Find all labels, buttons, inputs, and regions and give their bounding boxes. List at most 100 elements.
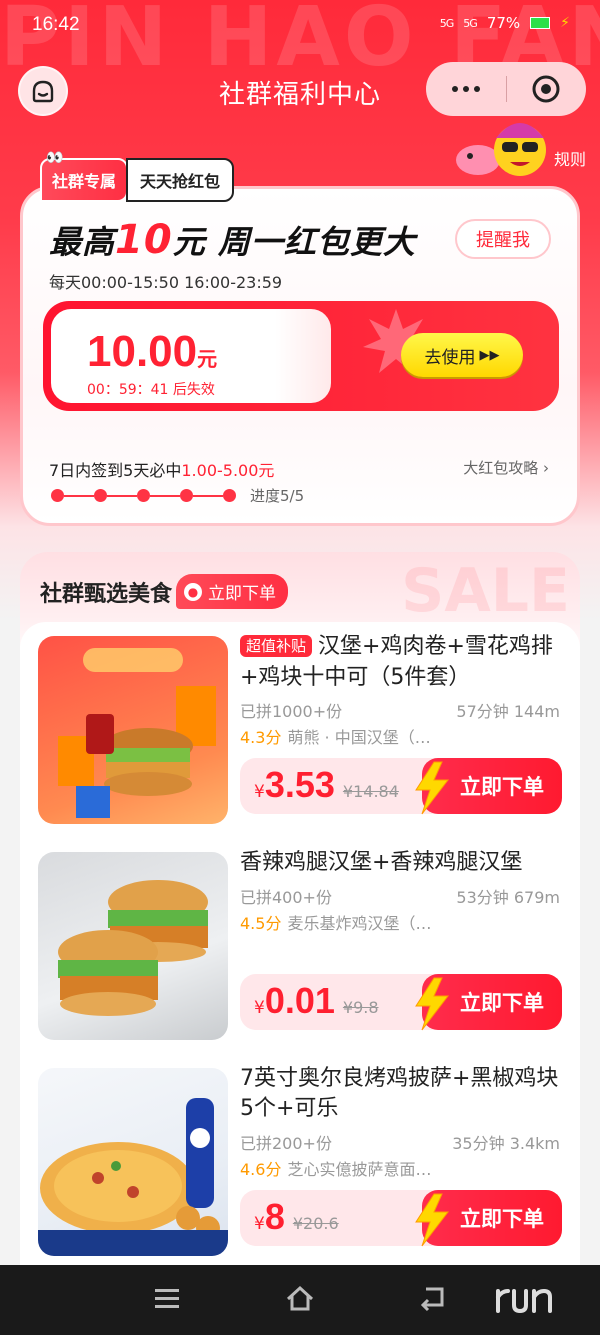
food-section: SALE 社群甄选美食 ● 立即下单 超值补贴 汉堡+鸡肉卷+雪花鸡排+鸡块十中…	[20, 552, 580, 1335]
price: ¥8 ¥20.6	[254, 1196, 339, 1238]
food-item[interactable]: 7英寸奥尔良烤鸡披萨+黑椒鸡块5个+可乐 已拼200+份 35分钟 3.4km …	[38, 1060, 564, 1256]
food-section-title: 社群甄选美食	[40, 581, 173, 607]
signin-progress: 进度5/5	[51, 485, 304, 506]
menu-lines-icon	[155, 1289, 179, 1308]
progress-line	[64, 494, 94, 497]
rules-link[interactable]: 规则	[554, 146, 586, 170]
delivery-eta: 35分钟 3.4km	[452, 1134, 560, 1153]
food-list: 超值补贴 汉堡+鸡肉卷+雪花鸡排+鸡块十中可（5件套） 已拼1000+份 57分钟…	[20, 622, 580, 1262]
status-time: 16:42	[32, 14, 80, 35]
pizza-set-illustration	[38, 1098, 228, 1256]
food-image-pizza-set[interactable]	[38, 1068, 228, 1256]
time-range: 每天00:00-15:50 16:00-23:59	[49, 273, 283, 292]
food-image-burger-set[interactable]	[38, 636, 228, 824]
price-bar: ¥0.01 ¥9.8 立即下单	[240, 974, 562, 1031]
food-name: 超值补贴 汉堡+鸡肉卷+雪花鸡排+鸡块十中可（5件套）	[240, 632, 570, 693]
coupon-value-panel: 10.00元 00：59：41 后失效	[51, 309, 331, 403]
double-chevron-icon: ▶▶	[479, 347, 500, 363]
battery-icon	[530, 17, 551, 29]
sold-count: 已拼200+份	[240, 1134, 332, 1153]
currency-symbol: ¥	[254, 998, 265, 1018]
status-bar: 16:42 5G 5G 77% ⚡	[0, 0, 600, 52]
signal-icon: 5G	[463, 16, 477, 30]
food-item[interactable]: 香辣鸡腿汉堡+香辣鸡腿汉堡 已拼400+份 53分钟 679m 4.5分 麦乐基炸…	[38, 844, 564, 1040]
progress-line	[150, 494, 180, 497]
signal-icon: 5G	[439, 16, 454, 30]
pill-dot-icon: ●	[184, 582, 203, 601]
buy-now-button[interactable]: 立即下单	[415, 1190, 562, 1247]
mascot-illustration	[456, 123, 546, 176]
coupon-amount-value: 10.00	[87, 327, 198, 376]
food-meta: 已拼1000+份 57分钟 144m	[240, 698, 560, 722]
signin-prefix: 7日内签到5天必中	[49, 461, 182, 480]
progress-dot	[94, 489, 107, 502]
progress-dot	[223, 489, 236, 502]
price-value: 3.53	[264, 764, 335, 805]
progress-line	[107, 494, 137, 497]
title-number: 10	[115, 217, 173, 263]
back-arrow-icon	[420, 1287, 444, 1312]
lightning-icon	[415, 761, 450, 815]
shop-name: 萌熊 · 中国汉堡（…	[287, 728, 431, 747]
buy-now-button[interactable]: 立即下单	[415, 974, 562, 1031]
home-icon	[286, 1285, 314, 1311]
price-value: 8	[264, 1196, 285, 1237]
progress-dot	[137, 489, 150, 502]
run-logo	[494, 1279, 554, 1319]
system-nav-bar	[0, 1265, 600, 1335]
food-image-chicken-burgers[interactable]	[38, 852, 228, 1040]
back-nav-button[interactable]	[418, 1283, 448, 1317]
coupon-amount-unit: 元	[197, 347, 218, 371]
food-meta: 已拼400+份 53分钟 679m	[240, 884, 560, 908]
food-name: 7英寸奥尔良烤鸡披萨+黑椒鸡块5个+可乐	[240, 1066, 559, 1121]
shop-name: 芝心实億披萨意面…	[287, 1160, 432, 1179]
shop-name: 麦乐基炸鸡汉堡（…	[287, 914, 432, 933]
strategy-label: 大红包攻略	[463, 459, 539, 477]
home-nav-button[interactable]	[284, 1283, 316, 1317]
chevron-right-icon: ›	[543, 459, 549, 477]
sale-watermark: SALE	[401, 556, 570, 626]
status-indicators: 5G 5G 77% ⚡	[440, 14, 570, 32]
buy-now-label: 立即下单	[460, 1207, 544, 1231]
use-coupon-button[interactable]: 去使用 ▶▶	[401, 333, 523, 377]
food-meta: 已拼200+份 35分钟 3.4km	[240, 1130, 560, 1154]
coupon-countdown: 00：59：41 后失效	[87, 382, 215, 398]
community-tag: 👀 社群专属 天天抢红包	[40, 150, 235, 202]
target-circle-icon	[532, 75, 560, 103]
original-price: ¥14.84	[342, 782, 399, 801]
coupon-amount: 10.00元	[87, 327, 217, 377]
battery-percent: 77%	[486, 14, 521, 32]
buy-now-button[interactable]: 立即下单	[415, 758, 562, 815]
run-logo-icon	[496, 1288, 552, 1314]
close-mini-program-button[interactable]	[507, 74, 587, 104]
buy-now-label: 立即下单	[460, 991, 544, 1015]
lightning-icon	[415, 1193, 450, 1247]
more-menu-button[interactable]	[426, 86, 506, 92]
price: ¥0.01 ¥9.8	[254, 980, 379, 1022]
progress-label: 进度5/5	[250, 487, 305, 505]
more-dots-icon	[473, 86, 480, 92]
shop-info: 4.6分 芝心实億披萨意面…	[240, 1156, 560, 1180]
recent-apps-button[interactable]	[152, 1283, 182, 1317]
remind-me-button[interactable]: 提醒我	[455, 219, 551, 259]
title-prefix: 最高	[49, 223, 116, 261]
shop-score: 4.5分	[240, 914, 282, 933]
strategy-link[interactable]: 大红包攻略 ›	[463, 457, 549, 478]
signin-text: 7日内签到5天必中1.00-5.00元	[49, 457, 274, 481]
red-packet-card: 最高10元 周一红包更大 提醒我 每天00:00-15:50 16:00-23:…	[20, 186, 580, 526]
price-bar: ¥3.53 ¥14.84 立即下单	[240, 758, 562, 815]
progress-dot	[51, 489, 64, 502]
eyes-icon: 👀	[46, 150, 64, 166]
promo-title: 最高10元 周一红包更大	[49, 217, 416, 263]
price-value: 0.01	[264, 980, 335, 1021]
original-price: ¥20.6	[292, 1214, 339, 1233]
original-price: ¥9.8	[342, 998, 379, 1017]
price: ¥3.53 ¥14.84	[254, 764, 399, 806]
more-dots-icon	[451, 86, 458, 92]
lightning-icon	[415, 977, 450, 1031]
food-section-header: 社群甄选美食 ● 立即下单	[40, 574, 289, 609]
delivery-eta: 57分钟 144m	[456, 702, 560, 721]
order-now-pill[interactable]: ● 立即下单	[176, 574, 289, 609]
signin-range: 1.00-5.00元	[181, 461, 275, 480]
food-item[interactable]: 超值补贴 汉堡+鸡肉卷+雪花鸡排+鸡块十中可（5件套） 已拼1000+份 57分钟…	[38, 628, 564, 824]
